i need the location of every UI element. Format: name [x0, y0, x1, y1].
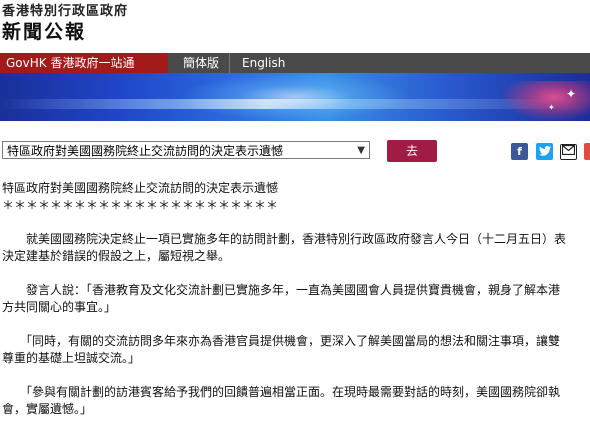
- banner-glow: [180, 73, 410, 121]
- article-toolbar: 特區政府對美國國務院終止交流訪問的決定表示遺憾 ▼ 去 f: [0, 139, 590, 165]
- simplified-chinese-link[interactable]: 簡体版: [183, 53, 219, 73]
- select-value: 特區政府對美國國務院終止交流訪問的決定表示遺憾: [7, 144, 284, 158]
- paragraph-1-line-1: 就美國國務院決定終止一項已實施多年的訪問計劃，香港特別行政區政府發言人今日（十二…: [2, 232, 567, 246]
- paragraph-4-line-1: 「參與有關計劃的訪港賓客給予我們的回饋普遍相當正面。在現時最需要對話的時刻，美國…: [2, 385, 561, 399]
- press-release-body: 特區政府對美國國務院終止交流訪問的決定表示遺憾 ＊＊＊＊＊＊＊＊＊＊＊＊＊＊＊＊…: [2, 180, 590, 418]
- banner-pink-light: [500, 81, 590, 121]
- paragraph-3-line-2: 尊重的基礎上坦誠交流。」: [2, 351, 141, 365]
- govhk-link[interactable]: GovHK 香港政府一站通: [0, 53, 168, 73]
- go-button[interactable]: 去: [387, 140, 437, 162]
- paragraph-3-line-1: 「同時，有關的交流訪問多年來亦為香港官員提供機會，更深入了解美國當局的想法和關注…: [2, 334, 561, 348]
- weibo-icon[interactable]: [584, 143, 590, 160]
- english-link[interactable]: English: [242, 53, 285, 73]
- paragraph-2-line-1: 發言人說：「香港教育及文化交流計劃已實施多年，一直為美國國會人員提供寶貴機會，親…: [2, 283, 561, 297]
- paragraph-4-line-2: 會，實屬遺憾。」: [2, 402, 93, 416]
- twitter-icon[interactable]: [536, 143, 553, 160]
- title-underline-stars: ＊＊＊＊＊＊＊＊＊＊＊＊＊＊＊＊＊＊＊＊＊＊＊: [2, 198, 279, 212]
- facebook-icon[interactable]: f: [511, 143, 528, 160]
- article-title: 特區政府對美國國務院終止交流訪問的決定表示遺憾: [2, 181, 279, 195]
- sparkle-icon: ✦: [566, 87, 577, 101]
- page-title: 新聞公報: [2, 21, 87, 43]
- masthead: 香港特別行政區政府 新聞公報: [0, 0, 590, 48]
- paragraph-2-line-2: 方共同關心的事宜。」: [2, 300, 117, 314]
- header-banner: ✦ ✦: [0, 73, 590, 121]
- top-navigation: GovHK 香港政府一站通 簡体版 English: [0, 53, 590, 73]
- sparkle-icon: ✦: [548, 103, 555, 112]
- mail-icon[interactable]: [560, 144, 577, 160]
- nav-divider: [229, 53, 230, 73]
- press-release-select[interactable]: 特區政府對美國國務院終止交流訪問的決定表示遺憾 ▼: [2, 141, 370, 159]
- paragraph-1-line-2: 決定建基於錯誤的假設之上，屬短視之舉。: [2, 249, 231, 263]
- chevron-down-icon: ▼: [357, 145, 365, 156]
